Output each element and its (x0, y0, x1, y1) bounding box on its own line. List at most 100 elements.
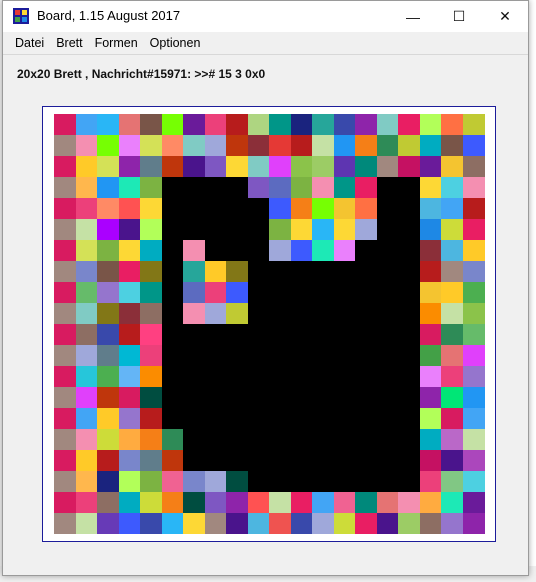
board-cell[interactable] (118, 345, 141, 366)
board-cell[interactable] (161, 471, 184, 492)
board-cell[interactable] (97, 282, 119, 303)
maximize-button[interactable]: ☐ (436, 1, 482, 32)
board-cell[interactable] (247, 345, 270, 366)
board-cell[interactable] (97, 156, 119, 177)
board-cell[interactable] (333, 324, 356, 345)
board-cell[interactable] (312, 366, 334, 387)
board-cell[interactable] (183, 282, 205, 303)
board-cell[interactable] (312, 219, 334, 240)
board-cell[interactable] (462, 282, 485, 303)
board-cell[interactable] (462, 177, 485, 198)
board-cell[interactable] (419, 261, 442, 282)
board-cell[interactable] (355, 219, 377, 240)
board-cell[interactable] (462, 345, 485, 366)
board-cell[interactable] (140, 114, 162, 135)
board-cell[interactable] (269, 366, 291, 387)
board-cell[interactable] (118, 156, 141, 177)
board-cell[interactable] (140, 513, 162, 534)
board-cell[interactable] (398, 261, 420, 282)
board-cell[interactable] (290, 387, 313, 408)
board-cell[interactable] (269, 135, 291, 156)
board-cell[interactable] (419, 282, 442, 303)
board-cell[interactable] (441, 471, 463, 492)
board-cell[interactable] (161, 198, 184, 219)
board-cell[interactable] (355, 366, 377, 387)
board-cell[interactable] (118, 303, 141, 324)
board-cell[interactable] (290, 303, 313, 324)
board-cell[interactable] (183, 177, 205, 198)
board-cell[interactable] (204, 219, 227, 240)
board-cell[interactable] (204, 513, 227, 534)
board-cell[interactable] (355, 471, 377, 492)
board-cell[interactable] (204, 114, 227, 135)
board-cell[interactable] (75, 240, 98, 261)
board-cell[interactable] (419, 240, 442, 261)
board-cell[interactable] (75, 450, 98, 471)
board-cell[interactable] (269, 156, 291, 177)
board-cell[interactable] (269, 450, 291, 471)
board-cell[interactable] (333, 345, 356, 366)
board-cell[interactable] (226, 408, 248, 429)
board-cell[interactable] (376, 219, 399, 240)
board-cell[interactable] (290, 471, 313, 492)
board-cell[interactable] (54, 408, 76, 429)
board-cell[interactable] (419, 408, 442, 429)
board-cell[interactable] (290, 492, 313, 513)
board-cell[interactable] (462, 240, 485, 261)
board-cell[interactable] (419, 198, 442, 219)
board-cell[interactable] (290, 114, 313, 135)
board-cell[interactable] (441, 198, 463, 219)
board-cell[interactable] (97, 303, 119, 324)
board-cell[interactable] (161, 282, 184, 303)
board-cell[interactable] (118, 198, 141, 219)
board-cell[interactable] (247, 513, 270, 534)
board-cell[interactable] (75, 471, 98, 492)
board-cell[interactable] (398, 135, 420, 156)
board-cell[interactable] (462, 324, 485, 345)
board-cell[interactable] (290, 198, 313, 219)
board-cell[interactable] (419, 429, 442, 450)
board-cell[interactable] (247, 156, 270, 177)
board-cell[interactable] (441, 450, 463, 471)
board-cell[interactable] (290, 366, 313, 387)
board-cell[interactable] (161, 261, 184, 282)
board-cell[interactable] (462, 366, 485, 387)
board-cell[interactable] (183, 198, 205, 219)
board-cell[interactable] (226, 345, 248, 366)
board-cell[interactable] (183, 471, 205, 492)
board-cell[interactable] (419, 177, 442, 198)
board-cell[interactable] (247, 282, 270, 303)
board-cell[interactable] (161, 429, 184, 450)
board-cell[interactable] (247, 261, 270, 282)
board-cell[interactable] (161, 177, 184, 198)
board-cell[interactable] (355, 261, 377, 282)
board-cell[interactable] (97, 240, 119, 261)
board-cell[interactable] (290, 177, 313, 198)
board-cell[interactable] (269, 513, 291, 534)
board-cell[interactable] (312, 114, 334, 135)
board-cell[interactable] (183, 366, 205, 387)
board-cell[interactable] (333, 303, 356, 324)
board-cell[interactable] (247, 177, 270, 198)
board-cell[interactable] (161, 492, 184, 513)
board-cell[interactable] (140, 429, 162, 450)
board-cell[interactable] (161, 345, 184, 366)
board-cell[interactable] (183, 240, 205, 261)
board-cell[interactable] (161, 408, 184, 429)
board-cell[interactable] (204, 135, 227, 156)
board-cell[interactable] (398, 303, 420, 324)
board-cell[interactable] (204, 198, 227, 219)
board-cell[interactable] (419, 450, 442, 471)
board-cell[interactable] (247, 450, 270, 471)
board-cell[interactable] (441, 114, 463, 135)
board-cell[interactable] (75, 261, 98, 282)
board-cell[interactable] (75, 513, 98, 534)
title-bar[interactable]: Board, 1.15 August 2017 — ☐ ✕ (3, 1, 528, 32)
board-cell[interactable] (140, 219, 162, 240)
board-cell[interactable] (97, 513, 119, 534)
board-cell[interactable] (204, 387, 227, 408)
board-cell[interactable] (441, 282, 463, 303)
board-cell[interactable] (376, 408, 399, 429)
board-cell[interactable] (333, 366, 356, 387)
board-cell[interactable] (269, 177, 291, 198)
